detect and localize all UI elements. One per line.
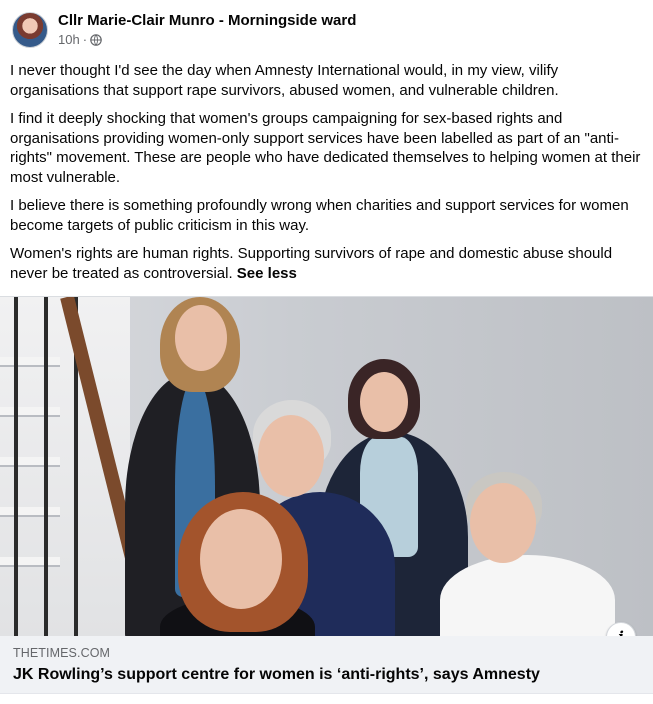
post-time[interactable]: 10h — [58, 32, 80, 47]
post-paragraph: I never thought I'd see the day when Amn… — [10, 62, 559, 99]
link-preview-card[interactable]: THETIMES.COM JK Rowling’s support centre… — [0, 636, 653, 693]
stair-step — [0, 557, 60, 567]
face — [200, 509, 282, 609]
link-headline[interactable]: JK Rowling’s support centre for women is… — [13, 666, 540, 684]
face — [470, 483, 536, 563]
globe-icon[interactable] — [90, 33, 102, 46]
post-paragraph: I believe there is something profoundly … — [10, 197, 629, 234]
stair-step — [0, 507, 60, 517]
stair-step — [0, 357, 60, 367]
link-domain: THETIMES.COM — [13, 646, 111, 660]
link-preview-photo[interactable] — [0, 296, 653, 637]
post-paragraph: Women's rights are human rights. Support… — [10, 244, 643, 283]
baluster — [14, 297, 18, 637]
meta-separator: · — [82, 31, 88, 47]
face — [258, 415, 324, 497]
post-header: Cllr Marie-Clair Munro - Morningside war… — [12, 10, 356, 50]
baluster — [44, 297, 48, 637]
stair-step — [0, 407, 60, 417]
divider — [0, 693, 653, 694]
person-figure — [440, 555, 615, 637]
see-less-button[interactable]: See less — [237, 265, 297, 282]
facebook-post: Cllr Marie-Clair Munro - Morningside war… — [0, 0, 653, 704]
post-paragraph: I find it deeply shocking that women's g… — [10, 110, 641, 186]
face — [175, 305, 227, 371]
post-paragraph-text: Women's rights are human rights. Support… — [10, 245, 613, 282]
author-avatar[interactable] — [12, 12, 48, 48]
author-name[interactable]: Cllr Marie-Clair Munro - Morningside war… — [58, 12, 356, 30]
post-text: I never thought I'd see the day when Amn… — [10, 61, 643, 292]
post-header-text: Cllr Marie-Clair Munro - Morningside war… — [58, 12, 356, 47]
post-meta: 10h · — [58, 31, 356, 47]
stair-step — [0, 457, 60, 467]
face — [360, 372, 408, 432]
